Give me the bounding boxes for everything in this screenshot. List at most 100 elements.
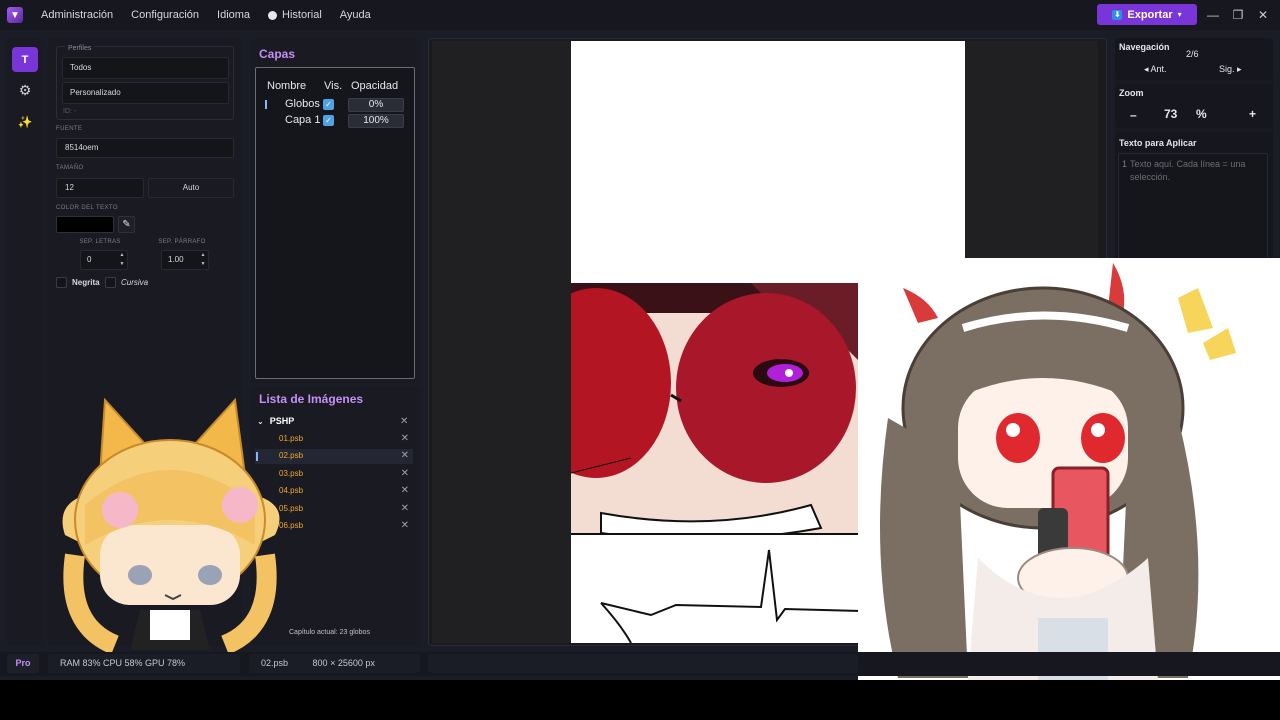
navigation-section: Navegación 2/6 ◂ Ant. Sig. ▸: [1115, 38, 1273, 80]
mascot-fox-girl-art: [62, 397, 280, 655]
line-number: 1: [1122, 159, 1128, 169]
profiles-label: Perfiles: [65, 45, 95, 52]
text-apply-placeholder: Texto aquí. Cada línea = una selección.: [1130, 159, 1246, 182]
italic-toggle[interactable]: Cursiva: [105, 277, 148, 288]
image-dimensions: 800 × 25600 px: [312, 658, 375, 668]
paragraph-spacing-value: 1.00: [168, 255, 184, 264]
manga-page-lineart: [571, 533, 862, 644]
page-indicator: 2/6: [1186, 49, 1199, 59]
menu-ayuda[interactable]: Ayuda: [331, 0, 380, 30]
zoom-unit: %: [1196, 107, 1207, 121]
text-apply-textarea[interactable]: 1 Texto aquí. Cada línea = una selección…: [1118, 153, 1268, 263]
profile-id: ID: -: [63, 108, 77, 115]
prev-page-button[interactable]: ◂ Ant.: [1144, 64, 1167, 75]
profiles-group: Perfiles Todos Personalizado ID: -: [56, 45, 234, 120]
eyedropper-icon[interactable]: ✎: [118, 216, 135, 233]
text-apply-title: Texto para Aplicar: [1119, 138, 1197, 148]
col-name-header: Nombre: [267, 80, 307, 92]
close-icon[interactable]: ✕: [401, 503, 409, 514]
text-color-swatch[interactable]: [56, 216, 114, 233]
size-label: TAMAÑO: [56, 165, 84, 171]
chapter-status: Capítulo actual: 23 globos: [289, 629, 370, 636]
manga-panel-art: [571, 283, 861, 533]
canvas-status: [428, 654, 858, 673]
restore-button[interactable]: ❐: [1228, 5, 1248, 25]
active-layer-marker: [265, 100, 267, 109]
mascot-drink-girl-art: [880, 263, 1236, 680]
italic-label: Cursiva: [121, 278, 149, 287]
italic-checkbox[interactable]: [105, 277, 116, 288]
font-label: FUENTE: [56, 126, 83, 132]
zoom-input[interactable]: 73: [1164, 107, 1177, 121]
letter-spacing-value: 0: [87, 255, 92, 264]
layers-table: Nombre Vis. Opacidad Globos ✓ 0% Capa 1 …: [255, 67, 415, 379]
manga-panel-image: [571, 283, 861, 533]
layers-panel: Capas Nombre Vis. Opacidad Globos ✓ 0% C…: [251, 38, 420, 383]
menubar: ▼ Administración Configuración Idioma Hi…: [0, 0, 1280, 30]
arrow-down-icon[interactable]: ▼: [117, 260, 127, 269]
paragraph-spacing-stepper[interactable]: ▲ ▼: [198, 251, 208, 269]
export-button[interactable]: ⬇ Exportar ▾: [1097, 4, 1197, 25]
bold-label: Negrita: [72, 278, 100, 287]
sparkle-icon[interactable]: ✨: [17, 114, 33, 130]
size-input[interactable]: 12: [56, 178, 144, 198]
download-icon: ⬇: [1112, 9, 1123, 20]
layer-name[interactable]: Globos: [285, 98, 320, 110]
text-color-label: COLOR DEL TEXTO: [56, 205, 118, 211]
heartbeat-line-art: [600, 549, 862, 644]
close-icon[interactable]: ✕: [401, 468, 409, 479]
app-logo-icon: ▼: [7, 7, 23, 23]
profile-custom-select[interactable]: Personalizado: [62, 82, 229, 104]
letter-spacing-input[interactable]: 0 ▲ ▼: [80, 250, 128, 270]
zoom-section: Zoom – 73 % +: [1115, 84, 1273, 128]
minimize-button[interactable]: —: [1203, 5, 1223, 25]
font-select[interactable]: 8514oem: [56, 138, 234, 158]
close-icon[interactable]: ✕: [401, 450, 409, 461]
profile-all-select[interactable]: Todos: [62, 57, 229, 79]
paragraph-spacing-label: SEP. PÁRRAFO: [158, 239, 206, 245]
auto-size-button[interactable]: Auto: [148, 178, 234, 198]
pro-badge[interactable]: Pro: [7, 654, 39, 673]
text-tool-button[interactable]: T: [12, 47, 38, 72]
zoom-in-button[interactable]: +: [1249, 107, 1256, 121]
next-page-button[interactable]: Sig. ▸: [1219, 64, 1242, 75]
bold-checkbox[interactable]: [56, 277, 67, 288]
visibility-checkbox[interactable]: ✓: [323, 115, 334, 126]
letter-spacing-stepper[interactable]: ▲ ▼: [117, 251, 127, 269]
close-icon[interactable]: ✕: [400, 416, 408, 427]
export-label: Exportar: [1127, 8, 1173, 21]
paragraph-spacing-input[interactable]: 1.00 ▲ ▼: [161, 250, 209, 270]
chevron-down-icon: ▾: [1177, 10, 1182, 19]
bold-toggle[interactable]: Negrita: [56, 277, 100, 288]
opacity-input[interactable]: 100%: [348, 114, 404, 128]
menu-historial[interactable]: Historial: [259, 0, 331, 30]
arrow-up-icon[interactable]: ▲: [198, 251, 208, 260]
menu-configuracion[interactable]: Configuración: [122, 0, 208, 30]
close-icon[interactable]: ✕: [401, 433, 409, 444]
close-icon[interactable]: ✕: [401, 520, 409, 531]
menu-historial-label: Historial: [282, 9, 322, 21]
close-icon[interactable]: ✕: [401, 485, 409, 496]
layer-name[interactable]: Capa 1: [285, 114, 320, 126]
letter-spacing-label: SEP. LETRAS: [79, 239, 121, 245]
menu-administracion[interactable]: Administración: [32, 0, 122, 30]
zoom-title: Zoom: [1119, 88, 1144, 98]
col-opacity-header: Opacidad: [351, 80, 399, 92]
gear-icon[interactable]: ⚙: [17, 82, 33, 98]
tool-rail: T ⚙ ✨: [7, 38, 43, 646]
layers-title: Capas: [259, 47, 296, 61]
col-vis-header: Vis.: [324, 80, 343, 92]
menu-idioma[interactable]: Idioma: [208, 0, 259, 30]
close-window-button[interactable]: ✕: [1253, 5, 1273, 25]
current-file: 02.psb: [261, 658, 289, 668]
file-info: 02.psb 800 × 25600 px: [249, 654, 420, 673]
visibility-checkbox[interactable]: ✓: [323, 99, 334, 110]
history-icon: [268, 10, 278, 20]
arrow-up-icon[interactable]: ▲: [117, 251, 127, 260]
mascot-drink-girl-image: [858, 258, 1280, 680]
opacity-input[interactable]: 0%: [348, 98, 404, 112]
arrow-down-icon[interactable]: ▼: [198, 260, 208, 269]
mascot-fox-girl-image: [45, 395, 295, 660]
zoom-out-button[interactable]: –: [1130, 108, 1137, 122]
app-window: ▼ Administración Configuración Idioma Hi…: [0, 0, 1280, 680]
